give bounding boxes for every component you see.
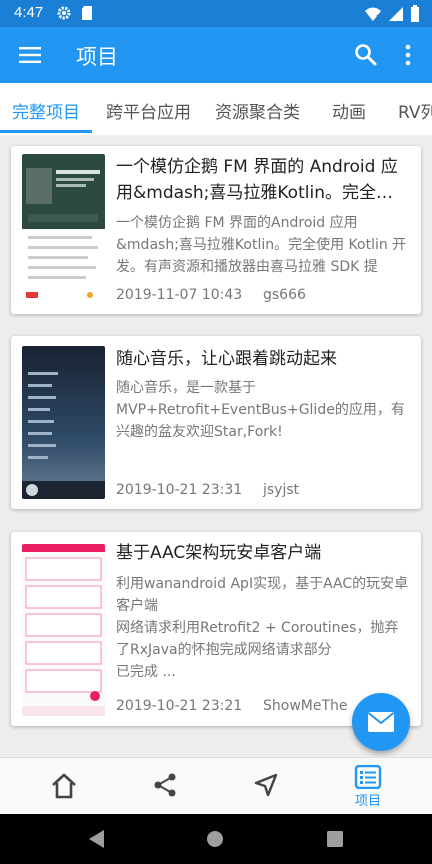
project-description: 随心音乐，是一款基于MVP+Retrofit+EventBus+Glide的应用… bbox=[116, 380, 405, 440]
app-bar: 项目 bbox=[0, 27, 432, 83]
project-title: 一个模仿企鹅 FM 界面的 Android 应用&mdash;喜马拉雅Kotli… bbox=[116, 157, 398, 203]
project-description: 利用wanandroid ApI实现，基于AAC的玩安卓客户端 网络请求利用Re… bbox=[116, 576, 409, 680]
system-navigation-bar bbox=[0, 814, 432, 864]
tab-resource-aggregation[interactable]: 资源聚合类 bbox=[215, 98, 300, 123]
project-date: 2019-10-21 23:21 bbox=[116, 698, 243, 714]
menu-icon[interactable] bbox=[16, 41, 44, 69]
project-thumbnail bbox=[22, 544, 105, 716]
category-tabs: 完整项目 跨平台应用 资源聚合类 动画 RV列 bbox=[0, 83, 432, 135]
status-bar: 4:47 bbox=[0, 0, 432, 27]
project-card[interactable]: 一个模仿企鹅 FM 界面的 Android 应用&mdash;喜马拉雅Kotli… bbox=[11, 146, 421, 314]
tab-complete-projects[interactable]: 完整项目 bbox=[12, 98, 80, 123]
bottom-navigation: 项目 bbox=[0, 757, 432, 814]
back-icon[interactable] bbox=[86, 828, 106, 850]
tab-indicator bbox=[0, 130, 92, 133]
project-author: jsyjst bbox=[263, 482, 300, 498]
project-date: 2019-11-07 10:43 bbox=[116, 287, 243, 303]
nav-share[interactable] bbox=[110, 758, 218, 814]
project-card[interactable]: 随心音乐，让心跟着跳动起来 随心音乐，是一款基于MVP+Retrofit+Eve… bbox=[11, 336, 421, 509]
more-vert-icon[interactable] bbox=[396, 41, 424, 69]
project-date: 2019-10-21 23:31 bbox=[116, 482, 243, 498]
nav-projects[interactable]: 项目 bbox=[314, 758, 422, 814]
wifi-icon bbox=[365, 7, 382, 21]
recents-icon[interactable] bbox=[326, 830, 344, 848]
mail-icon bbox=[367, 712, 395, 732]
status-time: 4:47 bbox=[14, 4, 44, 21]
tab-rv-list[interactable]: RV列 bbox=[398, 98, 432, 123]
gear-icon bbox=[57, 6, 71, 20]
tab-cross-platform[interactable]: 跨平台应用 bbox=[106, 98, 191, 123]
share-icon bbox=[154, 773, 176, 797]
project-author: ShowMeThe bbox=[263, 698, 348, 714]
nav-navigation[interactable] bbox=[212, 758, 320, 814]
project-title: 随心音乐，让心跟着跳动起来 bbox=[116, 349, 337, 369]
project-list-icon bbox=[354, 765, 382, 789]
mail-fab-button[interactable] bbox=[352, 693, 410, 751]
project-card[interactable]: 基于AAC架构玩安卓客户端 利用wanandroid ApI实现，基于AAC的玩… bbox=[11, 532, 421, 726]
nav-projects-label: 项目 bbox=[354, 794, 381, 809]
battery-icon bbox=[411, 5, 419, 22]
project-author: gs666 bbox=[263, 287, 306, 303]
home-icon bbox=[52, 773, 76, 799]
project-title: 基于AAC架构玩安卓客户端 bbox=[116, 543, 322, 563]
tab-animation[interactable]: 动画 bbox=[332, 98, 366, 123]
navigation-icon bbox=[254, 773, 278, 797]
project-description: 一个模仿企鹅 FM 界面的Android 应用&mdash;喜马拉雅Kotlin… bbox=[116, 215, 407, 275]
home-circle-icon[interactable] bbox=[205, 829, 225, 849]
nav-home[interactable] bbox=[10, 758, 118, 814]
page-title: 项目 bbox=[76, 45, 118, 69]
signal-icon bbox=[389, 6, 403, 21]
project-thumbnail bbox=[22, 346, 105, 499]
search-icon[interactable] bbox=[352, 41, 380, 69]
sd-card-icon bbox=[82, 6, 92, 20]
project-thumbnail bbox=[22, 154, 105, 304]
